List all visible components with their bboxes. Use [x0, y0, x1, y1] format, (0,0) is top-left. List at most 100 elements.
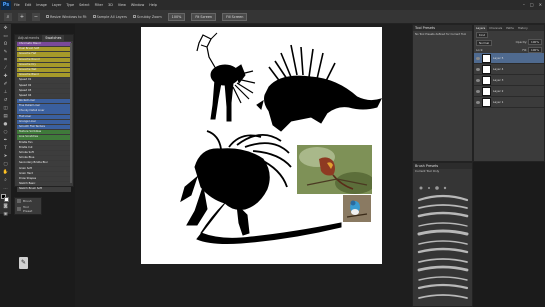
dodge-tool-icon[interactable]: ○: [1, 129, 10, 136]
menu-view[interactable]: View: [118, 3, 126, 7]
preset-list-item[interactable]: Speed 01: [17, 78, 71, 83]
preset-list-item[interactable]: Gouache Dry: [17, 62, 71, 68]
more-tools-icon[interactable]: …: [1, 185, 10, 192]
menu-window[interactable]: Window: [131, 3, 144, 7]
visibility-eye-icon[interactable]: [476, 100, 480, 104]
zoom-tool-icon[interactable]: ⌕: [1, 177, 10, 184]
preset-list-item[interactable]: Fine Detail Liner: [17, 104, 71, 109]
menu-image[interactable]: Image: [36, 3, 47, 7]
brush-tool-icon[interactable]: ✐: [1, 81, 10, 88]
preset-list-item[interactable]: Grain Soft: [17, 166, 71, 171]
checkbox-box[interactable]: [132, 15, 136, 18]
layer-kind-filter[interactable]: Kind: [476, 32, 489, 38]
zoom-all-checkbox[interactable]: Sample All Layers: [92, 15, 127, 19]
tab-channels[interactable]: Channels: [487, 25, 504, 31]
preset-list-item[interactable]: Sketch Basic: [17, 182, 71, 187]
preset-list-item[interactable]: Gouache Blend: [17, 73, 71, 78]
preset-list-item[interactable]: Dual Brush Soft: [17, 47, 71, 52]
layer-row[interactable]: Layer 2: [474, 86, 544, 97]
reference-photo-small-bird[interactable]: [343, 195, 371, 222]
layer-row[interactable]: Layer 5: [474, 53, 544, 64]
clone-stamp-tool-icon[interactable]: ⊥: [1, 89, 10, 96]
preset-list-item[interactable]: Line Scratches: [17, 135, 71, 140]
quick-mask-icon[interactable]: ◙: [1, 203, 10, 210]
pen-tool-icon[interactable]: ✒: [1, 137, 10, 144]
preset-list-item[interactable]: Gouache Flat: [17, 52, 71, 57]
tab-layers[interactable]: Layers: [474, 25, 488, 31]
menu-edit[interactable]: Edit: [25, 3, 32, 7]
scrubby-zoom-checkbox[interactable]: Scrubby Zoom: [132, 15, 162, 19]
menu-3d[interactable]: 3D: [108, 3, 113, 7]
screen-mode-icon[interactable]: ▣: [1, 211, 10, 218]
preset-list-item[interactable]: Texture Scribbles: [17, 130, 71, 135]
gradient-tool-icon[interactable]: ▤: [1, 113, 10, 120]
preset-list-item[interactable]: Bristle Cut: [17, 145, 71, 151]
fill-screen-button[interactable]: Fill Screen: [222, 12, 248, 21]
move-tool-icon[interactable]: ✥: [1, 25, 10, 32]
layer-row[interactable]: Layer 1: [474, 97, 544, 108]
preset-list-item[interactable]: Secondary Bristle Blur: [17, 161, 71, 166]
preset-list-item[interactable]: Grunge Liner: [17, 119, 71, 125]
preset-scrollbar[interactable]: [70, 43, 72, 183]
close-button[interactable]: ✕: [539, 2, 542, 7]
menu-layer[interactable]: Layer: [52, 3, 61, 7]
eraser-tool-icon[interactable]: ◫: [1, 105, 10, 112]
checkbox-box[interactable]: [92, 15, 96, 18]
preset-list-item[interactable]: Smoke Blue: [17, 156, 71, 161]
history-brush-tool-icon[interactable]: ↺: [1, 97, 10, 104]
visibility-eye-icon[interactable]: [476, 67, 480, 71]
tab-adjustments[interactable]: Adjustments: [15, 35, 42, 41]
preset-list-item[interactable]: Sketch Brush Soft: [17, 187, 71, 192]
menu-select[interactable]: Select: [79, 3, 89, 7]
shape-tool-icon[interactable]: ▢: [1, 161, 10, 168]
fit-screen-button[interactable]: Fit Screen: [191, 12, 217, 21]
preset-list-item[interactable]: Speed 04: [17, 93, 71, 99]
layer-row[interactable]: Layer 3: [474, 75, 544, 86]
reference-photo-bird[interactable]: [297, 145, 372, 194]
preset-list-item[interactable]: Flat Liner: [17, 114, 71, 119]
tab-swatches[interactable]: Swatches: [42, 35, 65, 41]
preset-list-item[interactable]: Smooth Flat Texture: [17, 125, 71, 130]
marquee-tool-icon[interactable]: ▭: [1, 33, 10, 40]
preset-list-item[interactable]: Speed 02: [17, 83, 71, 88]
preset-list-item[interactable]: Rocket Liner: [17, 99, 71, 104]
preset-list-item[interactable]: Chromatic Blend: [17, 42, 71, 47]
tab-paths[interactable]: Paths: [504, 25, 516, 31]
visibility-eye-icon[interactable]: [476, 78, 480, 82]
preset-list-item[interactable]: Smoke Soft: [17, 150, 71, 156]
opacity-input[interactable]: 100%: [528, 39, 542, 45]
menu-type[interactable]: Type: [66, 3, 74, 7]
menu-filter[interactable]: Filter: [95, 3, 103, 7]
blur-tool-icon[interactable]: ●: [1, 121, 10, 128]
preset-list-item[interactable]: Speed 03: [17, 88, 71, 93]
type-tool-icon[interactable]: T: [1, 145, 10, 152]
preset-list-item[interactable]: Bristle Fan: [17, 140, 71, 145]
eyedropper-tool-icon[interactable]: ⁄: [1, 65, 10, 72]
zoom-out-icon[interactable]: −: [32, 12, 40, 21]
tab-history[interactable]: History: [516, 25, 530, 31]
checkbox-box[interactable]: [46, 15, 49, 18]
maximize-button[interactable]: □: [530, 2, 534, 7]
lasso-tool-icon[interactable]: ʘ: [1, 41, 10, 48]
layer-row[interactable]: Layer 4: [474, 64, 544, 75]
zoom-tool-icon[interactable]: ⌕: [4, 12, 12, 21]
menu-help[interactable]: Help: [149, 3, 157, 7]
actual-pixels-button[interactable]: 100%: [167, 12, 186, 21]
visibility-eye-icon[interactable]: [476, 89, 480, 93]
resize-windows-checkbox[interactable]: Resize Windows to Fit: [46, 15, 87, 19]
preset-list-item[interactable]: Gouache Wet: [17, 67, 71, 73]
visibility-eye-icon[interactable]: [476, 56, 480, 60]
preset-list-item[interactable]: Draw Shapes: [17, 176, 71, 182]
zoom-in-icon[interactable]: +: [18, 12, 26, 21]
quick-select-tool-icon[interactable]: ✎: [1, 49, 10, 56]
path-select-tool-icon[interactable]: ➤: [1, 153, 10, 160]
blend-mode-select[interactable]: Normal: [476, 40, 493, 46]
preset-list-item[interactable]: Gouache Round: [17, 57, 71, 62]
background-color-swatch[interactable]: [4, 197, 9, 202]
hand-tool-icon[interactable]: ✋: [1, 169, 10, 176]
crop-tool-icon[interactable]: ⌗: [1, 57, 10, 64]
menu-file[interactable]: File: [14, 3, 20, 7]
minimize-button[interactable]: –: [523, 2, 525, 7]
fill-input[interactable]: 100%: [528, 47, 542, 53]
mini-panel-row[interactable]: Tool Preset: [15, 204, 41, 214]
